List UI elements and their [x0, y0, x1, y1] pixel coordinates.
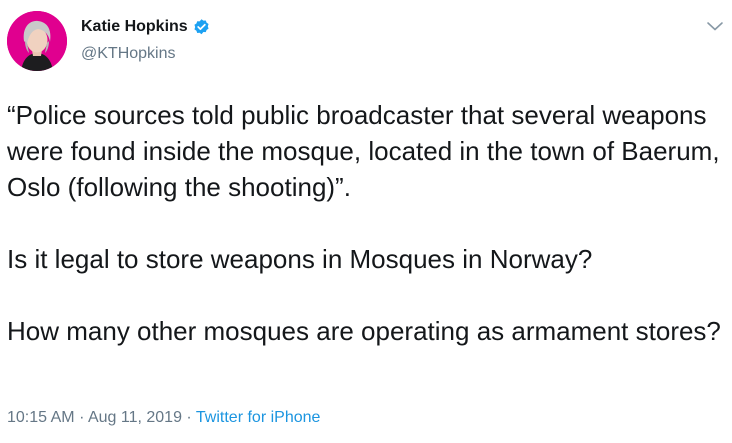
meta-separator: ·: [79, 409, 85, 426]
verified-badge-icon: [194, 18, 209, 34]
tweet-card: Katie Hopkins @KTHopkins “Police sources…: [0, 0, 732, 443]
tweet-paragraph-3: How many other mosques are operating as …: [7, 316, 721, 346]
display-name[interactable]: Katie Hopkins: [81, 17, 188, 37]
tweet-date[interactable]: Aug 11, 2019: [88, 409, 182, 426]
user-handle[interactable]: @KTHopkins: [81, 44, 176, 64]
tweet-source-link[interactable]: Twitter for iPhone: [196, 409, 321, 426]
avatar-image: [7, 11, 67, 71]
tweet-time[interactable]: 10:15 AM: [7, 409, 75, 426]
user-name-row[interactable]: Katie Hopkins: [81, 17, 211, 37]
tweet-metadata: 10:15 AM · Aug 11, 2019 · Twitter for iP…: [7, 408, 320, 428]
chevron-down-icon[interactable]: [706, 20, 724, 32]
tweet-paragraph-1: “Police sources told public broadcaster …: [7, 100, 720, 202]
tweet-text: “Police sources told public broadcaster …: [7, 97, 725, 349]
avatar[interactable]: [7, 11, 67, 71]
tweet-paragraph-2: Is it legal to store weapons in Mosques …: [7, 244, 593, 274]
meta-separator: ·: [186, 409, 192, 426]
